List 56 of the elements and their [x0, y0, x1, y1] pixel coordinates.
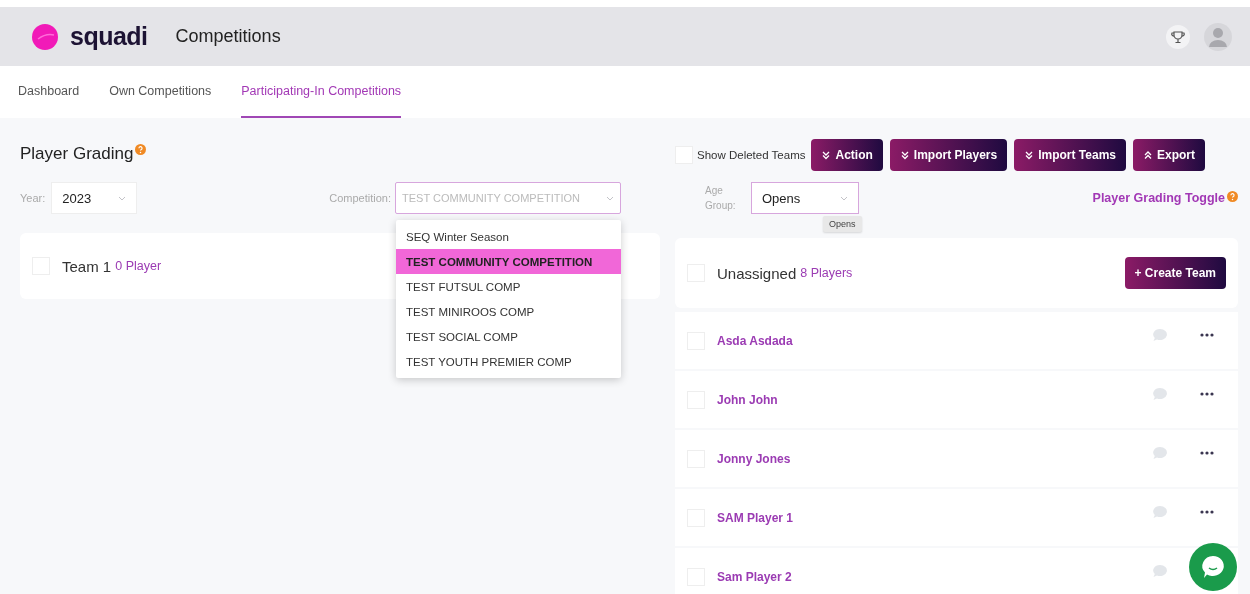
- double-chevron-down-icon: [821, 150, 832, 160]
- more-icon[interactable]: [1200, 332, 1214, 337]
- double-chevron-down-icon: [899, 150, 910, 160]
- show-deleted-label: Show Deleted Teams: [697, 149, 806, 161]
- year-label: Year:: [20, 192, 46, 204]
- nav-tab[interactable]: Dashboard: [18, 66, 80, 118]
- dropdown-option[interactable]: SEQ Winter Season: [396, 224, 621, 249]
- age-group-label: Age Group:: [705, 184, 735, 213]
- player-name[interactable]: SAM Player 1: [717, 510, 794, 525]
- action-button[interactable]: Import Teams: [1014, 139, 1126, 171]
- help-icon[interactable]: [135, 144, 147, 155]
- action-button[interactable]: Action: [811, 139, 883, 171]
- player-name[interactable]: Jonny Jones: [717, 451, 791, 466]
- caret-icon: [840, 195, 848, 201]
- brand-name: squadi: [70, 22, 148, 51]
- player-name[interactable]: Asda Asdada: [717, 333, 793, 348]
- team-name: Unassigned: [717, 264, 797, 282]
- action-button[interactable]: Import Players: [889, 139, 1008, 171]
- age-group-select[interactable]: Opens: [751, 182, 859, 214]
- comment-icon[interactable]: [1152, 563, 1168, 578]
- nav-tab[interactable]: Own Competitions: [109, 66, 212, 118]
- comment-icon[interactable]: [1152, 504, 1168, 519]
- avatar-icon[interactable]: [1204, 22, 1232, 51]
- comment-icon[interactable]: [1152, 445, 1168, 460]
- action-button[interactable]: Export: [1133, 139, 1205, 171]
- caret-icon: [606, 195, 614, 201]
- create-team-button[interactable]: + Create Team: [1124, 257, 1226, 289]
- comment-icon[interactable]: [1152, 386, 1168, 401]
- section-title: Player Grading: [20, 144, 134, 164]
- dropdown-option[interactable]: TEST FUTSUL COMP: [396, 274, 621, 299]
- dropdown-option[interactable]: TEST YOUTH PREMIER COMP: [396, 349, 621, 374]
- more-icon[interactable]: [1200, 450, 1214, 455]
- competition-label: Competition:: [329, 192, 391, 204]
- dropdown-option[interactable]: TEST COMMUNITY COMPETITION: [396, 249, 621, 274]
- toggle-link[interactable]: Player Grading Toggle: [1092, 191, 1238, 205]
- ball-logo-icon: [32, 23, 58, 50]
- help-icon[interactable]: [1227, 191, 1238, 202]
- dropdown-option[interactable]: TEST SOCIAL COMP: [396, 324, 621, 349]
- player-count: 0 Player: [115, 259, 162, 273]
- tooltip: Opens: [823, 216, 862, 232]
- player-count: 8 Players: [800, 266, 853, 280]
- player-name[interactable]: John John: [717, 392, 778, 407]
- team-name: Team 1: [62, 257, 112, 275]
- more-icon[interactable]: [1200, 391, 1214, 396]
- double-chevron-up-icon: [1143, 150, 1153, 160]
- player-name[interactable]: Sam Player 2: [717, 569, 792, 584]
- dropdown-option[interactable]: TEST MINIROOS COMP: [396, 299, 621, 324]
- chat-icon[interactable]: [1189, 543, 1237, 591]
- nav-tab[interactable]: Participating-In Competitions: [241, 66, 402, 118]
- double-chevron-down-icon: [1024, 150, 1035, 160]
- page-heading: Competitions: [175, 26, 281, 47]
- year-select[interactable]: 2023: [51, 182, 138, 214]
- comment-icon[interactable]: [1152, 327, 1168, 342]
- caret-icon: [118, 195, 127, 201]
- more-icon[interactable]: [1200, 509, 1214, 514]
- trophy-icon[interactable]: [1166, 24, 1190, 49]
